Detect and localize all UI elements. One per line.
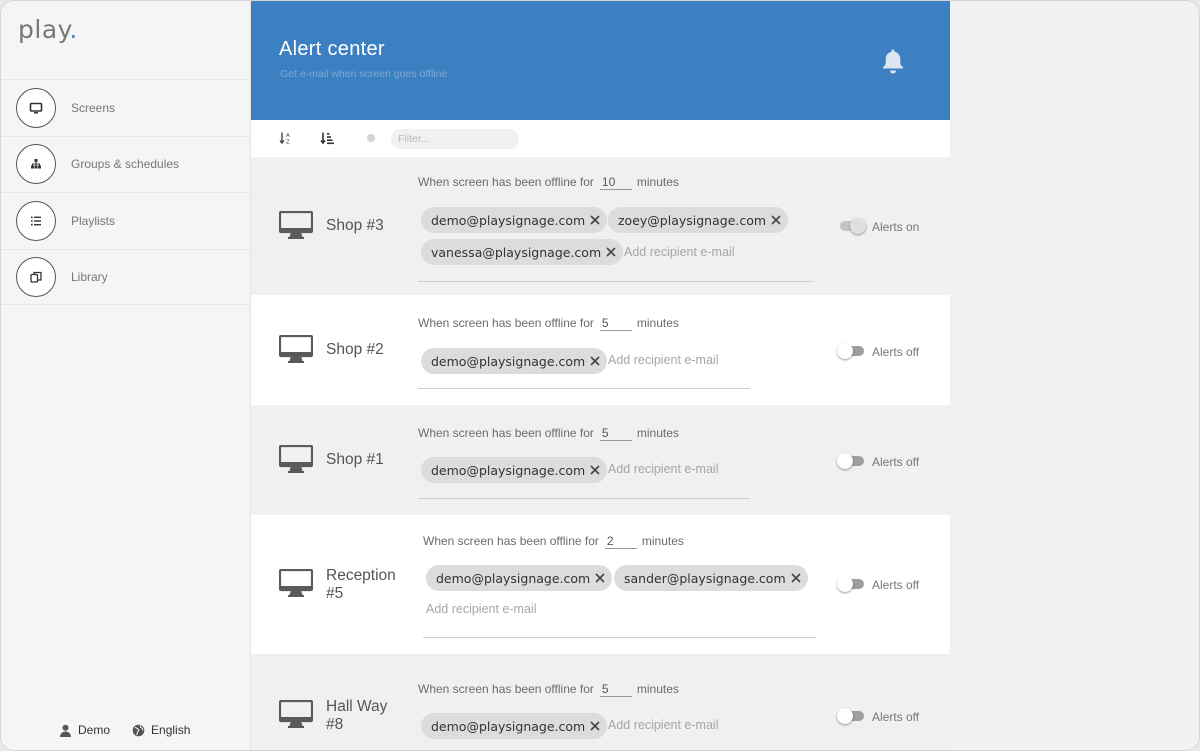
app-window: play. Screens Groups & schedules Playlis… [0, 0, 1200, 751]
alert-center-panel: Alert center Get e-mail when screen goes… [251, 1, 950, 750]
screen-name: Reception #5 [326, 567, 396, 602]
svg-text:Z: Z [286, 140, 290, 146]
add-recipient-input[interactable] [426, 602, 576, 616]
close-icon[interactable] [605, 246, 617, 258]
offline-threshold: When screen has been offline for 10 minute… [418, 175, 679, 190]
logo: play. [18, 15, 78, 44]
alert-row-shop-3: Shop #3 When screen has been offline for… [251, 157, 950, 295]
sort-amount-icon[interactable] [320, 131, 334, 145]
offline-threshold: When screen has been offline for 5 minutes [418, 426, 679, 441]
toolbar: A Z [251, 120, 950, 157]
recipient-chip: demo@playsignage.com [421, 713, 608, 739]
screen-name: Hall Way #8 [326, 698, 388, 733]
recipient-chip: zoey@playsignage.com [608, 207, 789, 233]
recipient-chip: demo@playsignage.com [421, 207, 608, 233]
monitor-icon [279, 700, 313, 728]
sidebar-item-label: Groups & schedules [71, 157, 180, 172]
page-subtitle: Get e-mail when screen goes offline [280, 68, 448, 80]
add-recipient-input[interactable] [608, 718, 758, 732]
language-label: English [151, 723, 191, 737]
minutes-input[interactable]: 10 [599, 175, 632, 190]
sidebar-item-label: Screens [71, 100, 116, 115]
close-icon[interactable] [589, 464, 601, 476]
language-menu[interactable]: English [132, 723, 190, 737]
divider [418, 498, 750, 499]
right-background [950, 1, 1199, 750]
sidebar-item-label: Playlists [71, 213, 116, 228]
offline-threshold: When screen has been offline for 2 minutes [423, 534, 684, 549]
close-icon[interactable] [790, 572, 802, 584]
recipient-chip: sander@playsignage.com [614, 565, 808, 591]
sidebar-item-label: Library [71, 269, 108, 284]
monitor-icon [16, 87, 56, 128]
sidebar-item-playlists[interactable]: Playlists [1, 192, 250, 249]
close-icon[interactable] [589, 214, 601, 226]
add-recipient-input[interactable] [608, 353, 758, 367]
sidebar-footer: Demo English [59, 723, 212, 737]
alerts-toggle[interactable] [837, 453, 867, 469]
sidebar-item-screens[interactable]: Screens [1, 79, 250, 136]
minutes-input[interactable]: 5 [599, 426, 632, 441]
playlist-icon [16, 200, 56, 241]
monitor-icon [279, 335, 313, 363]
monitor-icon [279, 211, 313, 239]
offline-threshold: When screen has been offline for 5 minutes [418, 682, 679, 697]
status-dot-icon[interactable] [367, 134, 375, 142]
sidebar-nav: Screens Groups & schedules Playlists Lib… [1, 79, 250, 305]
monitor-icon [279, 445, 313, 473]
alert-row-hall-way-8: Hall Way #8 When screen has been offline… [251, 654, 950, 750]
user-name: Demo [78, 723, 111, 737]
sidebar-item-groups[interactable]: Groups & schedules [1, 135, 250, 193]
close-icon[interactable] [589, 720, 601, 732]
page-title: Alert center [279, 38, 385, 60]
alerts-toggle[interactable] [837, 576, 867, 592]
add-recipient-input[interactable] [608, 462, 758, 476]
alerts-status: Alerts off [872, 345, 920, 359]
alerts-status: Alerts off [872, 710, 920, 724]
sidebar-item-library[interactable]: Library [1, 248, 250, 305]
monitor-icon [279, 569, 313, 597]
sort-alpha-icon[interactable]: A Z [279, 131, 293, 145]
minutes-input[interactable]: 5 [599, 682, 632, 697]
add-recipient-input[interactable] [624, 245, 774, 259]
close-icon[interactable] [589, 355, 601, 367]
minutes-input[interactable]: 5 [599, 316, 632, 331]
sidebar: play. Screens Groups & schedules Playlis… [1, 1, 251, 750]
alerts-toggle[interactable] [837, 708, 867, 724]
header: Alert center Get e-mail when screen goes… [251, 1, 950, 120]
recipient-chip: demo@playsignage.com [421, 457, 608, 483]
user-icon [60, 724, 71, 737]
minutes-input[interactable]: 2 [604, 534, 637, 549]
screen-name: Shop #1 [326, 451, 384, 468]
svg-text:A: A [286, 133, 290, 139]
close-icon[interactable] [770, 214, 782, 226]
filter-input[interactable] [391, 129, 519, 149]
bell-icon[interactable] [881, 48, 905, 74]
recipient-chip: demo@playsignage.com [426, 565, 613, 591]
user-menu[interactable]: Demo [59, 723, 110, 737]
close-icon[interactable] [594, 572, 606, 584]
recipient-chip: vanessa@playsignage.com [421, 239, 624, 265]
divider [423, 637, 816, 638]
alerts-status: Alerts off [872, 578, 920, 592]
alerts-status: Alerts off [872, 455, 920, 469]
screen-name: Shop #2 [326, 341, 384, 358]
alert-row-reception-5: Reception #5 When screen has been offlin… [251, 515, 950, 654]
divider [418, 388, 750, 389]
globe-icon [132, 724, 145, 736]
alerts-status: Alerts on [872, 220, 920, 234]
offline-threshold: When screen has been offline for 5 minutes [418, 316, 679, 331]
alert-row-shop-2: Shop #2 When screen has been offline for… [251, 295, 950, 405]
alerts-toggle[interactable] [837, 343, 867, 359]
groups-icon [16, 144, 56, 185]
screen-name: Shop #3 [326, 217, 384, 234]
alerts-toggle[interactable] [837, 218, 867, 234]
divider [418, 281, 813, 282]
recipient-chip: demo@playsignage.com [421, 348, 608, 374]
alert-row-shop-1: Shop #1 When screen has been offline for… [251, 405, 950, 515]
library-icon [16, 256, 56, 297]
